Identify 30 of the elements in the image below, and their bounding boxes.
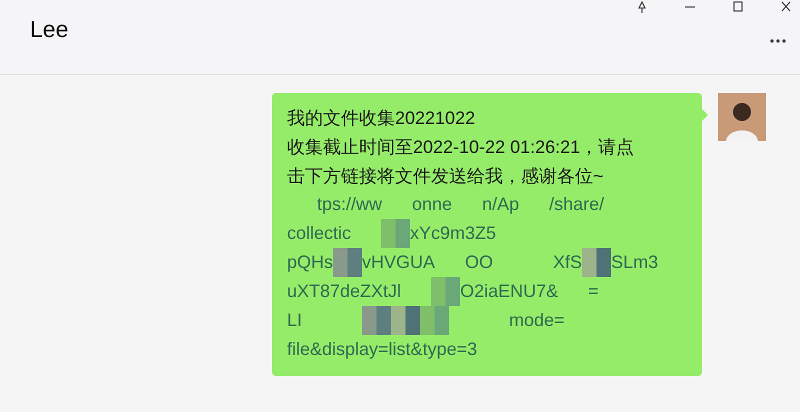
message-text: uXT87deZXtJl <box>287 281 402 302</box>
message-text: 击下方链接将文件发送给我，感谢各位~ <box>287 164 604 188</box>
message-text: OO <box>465 252 494 273</box>
message-text: tps://ww <box>317 194 382 215</box>
redaction-mosaic <box>391 306 420 335</box>
redaction-mosaic <box>333 248 362 277</box>
message-text: LI <box>287 310 302 331</box>
redaction-mosaic <box>420 306 450 335</box>
message-text: n/Ap <box>482 194 520 215</box>
message-text: SLm3 <box>611 252 658 273</box>
redaction-mosaic <box>362 306 392 335</box>
message-text: 我的文件收集20221022 <box>287 106 476 130</box>
message-text: pQHs <box>287 252 334 273</box>
message-text: O2iaENU7& <box>460 281 558 302</box>
redaction-mosaic <box>431 277 460 306</box>
message-text: mode= <box>509 310 565 331</box>
message-text: XfS <box>553 252 582 273</box>
message-text: vHVGUA <box>362 252 436 273</box>
chat-title: Lee <box>30 16 68 43</box>
more-icon[interactable] <box>770 39 786 43</box>
avatar[interactable] <box>718 93 766 141</box>
redaction-mosaic <box>381 219 410 248</box>
message-text: = <box>588 281 599 302</box>
message-text: file&display=list&type=3 <box>287 339 478 360</box>
message-text: xYc9m3Z5 <box>410 223 496 244</box>
message-text: onne <box>412 194 452 215</box>
message-text: /share/ <box>549 194 604 215</box>
redaction-mosaic <box>582 248 612 277</box>
message-text: collectic <box>287 223 352 244</box>
message-text: 收集截止时间至2022-10-22 01:26:21，请点 <box>287 136 634 158</box>
